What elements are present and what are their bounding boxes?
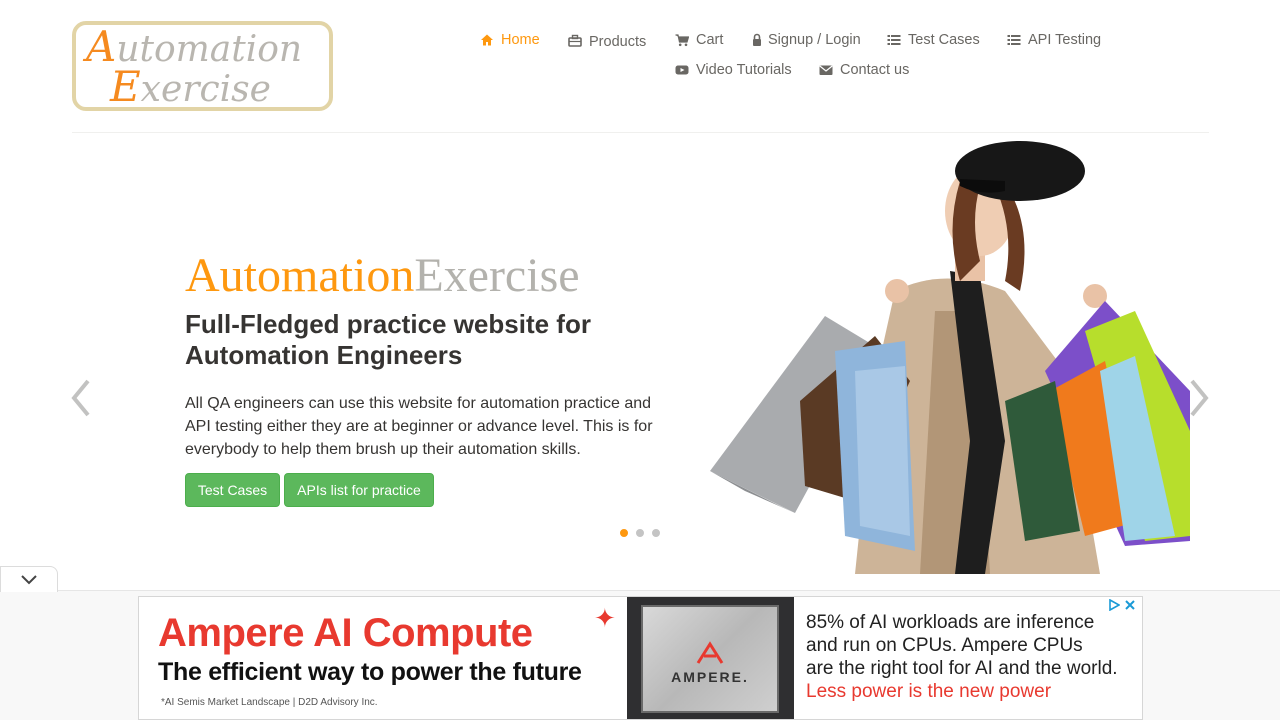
nav-api-testing-label: API Testing — [1028, 32, 1102, 48]
ad-chip-brand: AMPERE. — [671, 669, 749, 685]
carousel-dot-1[interactable] — [619, 528, 629, 538]
ad-fine-print: *AI Semis Market Landscape | D2D Advisor… — [161, 697, 378, 708]
home-icon — [480, 33, 494, 47]
nav-test-cases[interactable]: Test Cases — [887, 32, 980, 48]
nav-cart[interactable]: Cart — [675, 32, 723, 48]
sparkle-icon: ✦ — [594, 603, 616, 633]
ad-body-line-1: 85% of AI workloads are inference — [806, 612, 1095, 633]
nav-home[interactable]: Home — [480, 32, 540, 48]
ad-choices[interactable] — [1108, 599, 1136, 611]
nav-video-tutorials[interactable]: Video Tutorials — [675, 62, 792, 78]
hero-carousel: AutomationExercise Full-Fledged practice… — [0, 133, 1280, 588]
ad-headline: Ampere AI Compute — [158, 611, 533, 655]
nav-video-tutorials-label: Video Tutorials — [696, 62, 792, 78]
hero-title: AutomationExercise — [185, 249, 580, 303]
logo-line-2: Exercise — [110, 66, 271, 110]
logo-text-utomation: utomation — [116, 29, 303, 70]
ad-body-line-2: and run on CPUs. Ampere CPUs — [806, 635, 1083, 656]
youtube-play-icon — [675, 63, 689, 77]
nav-products-label: Products — [589, 34, 647, 50]
nav-contact-us-label: Contact us — [840, 62, 910, 78]
ampere-logo-icon — [643, 641, 777, 670]
ad-banner[interactable]: Ampere AI Compute ✦ The efficient way to… — [138, 596, 1143, 720]
ad-chip-image: AMPERE. — [627, 597, 794, 719]
site-logo[interactable]: Automation Exercise — [72, 21, 333, 111]
nav-api-testing[interactable]: API Testing — [1007, 32, 1101, 48]
nav-products[interactable]: Products — [568, 32, 646, 50]
nav-home-label: Home — [501, 32, 540, 48]
apis-list-button[interactable]: APIs list for practice — [284, 473, 434, 507]
logo-cap-e: E — [110, 62, 141, 111]
nav-signup-login-label: Signup / Login — [768, 32, 861, 48]
nav-signup-login[interactable]: Signup / Login — [752, 32, 861, 48]
carousel-prev-arrow[interactable] — [68, 377, 94, 419]
ad-body-line-3: are the right tool for AI and the world. — [806, 658, 1118, 679]
site-header: Automation Exercise Home Products Cart S… — [0, 0, 1280, 133]
hero-model-shopping-image — [705, 141, 1190, 574]
ad-body-line-4: Less power is the new power — [806, 681, 1052, 702]
nav-contact-us[interactable]: Contact us — [819, 62, 909, 78]
ad-chip-surface: AMPERE. — [641, 605, 779, 713]
logo-text-xercise: xercise — [140, 69, 271, 110]
adchoices-play-icon[interactable] — [1108, 599, 1120, 611]
chevron-down-icon — [21, 575, 37, 585]
nav-test-cases-label: Test Cases — [908, 32, 980, 48]
envelope-icon — [819, 63, 833, 77]
cart-icon — [675, 33, 689, 47]
nav-cart-label: Cart — [696, 32, 724, 48]
hero-subtitle: Full-Fledged practice website for Automa… — [185, 309, 591, 370]
hero-title-part2: Exercise — [414, 249, 580, 302]
list-icon — [1007, 33, 1021, 47]
hero-description: All QA engineers can use this website fo… — [185, 395, 653, 458]
lock-icon — [752, 33, 762, 47]
list-icon — [887, 33, 901, 47]
carousel-indicators — [619, 528, 661, 538]
test-cases-button[interactable]: Test Cases — [185, 473, 280, 507]
ad-tagline: The efficient way to power the future — [158, 658, 582, 686]
ad-body-copy: 85% of AI workloads are inference and ru… — [806, 611, 1118, 703]
carousel-dot-3[interactable] — [651, 528, 661, 538]
ad-collapse-toggle[interactable] — [0, 566, 58, 592]
hero-title-part1: Automation — [185, 249, 415, 302]
carousel-dot-2[interactable] — [635, 528, 645, 538]
close-icon[interactable] — [1124, 599, 1136, 611]
briefcase-icon — [568, 34, 582, 48]
